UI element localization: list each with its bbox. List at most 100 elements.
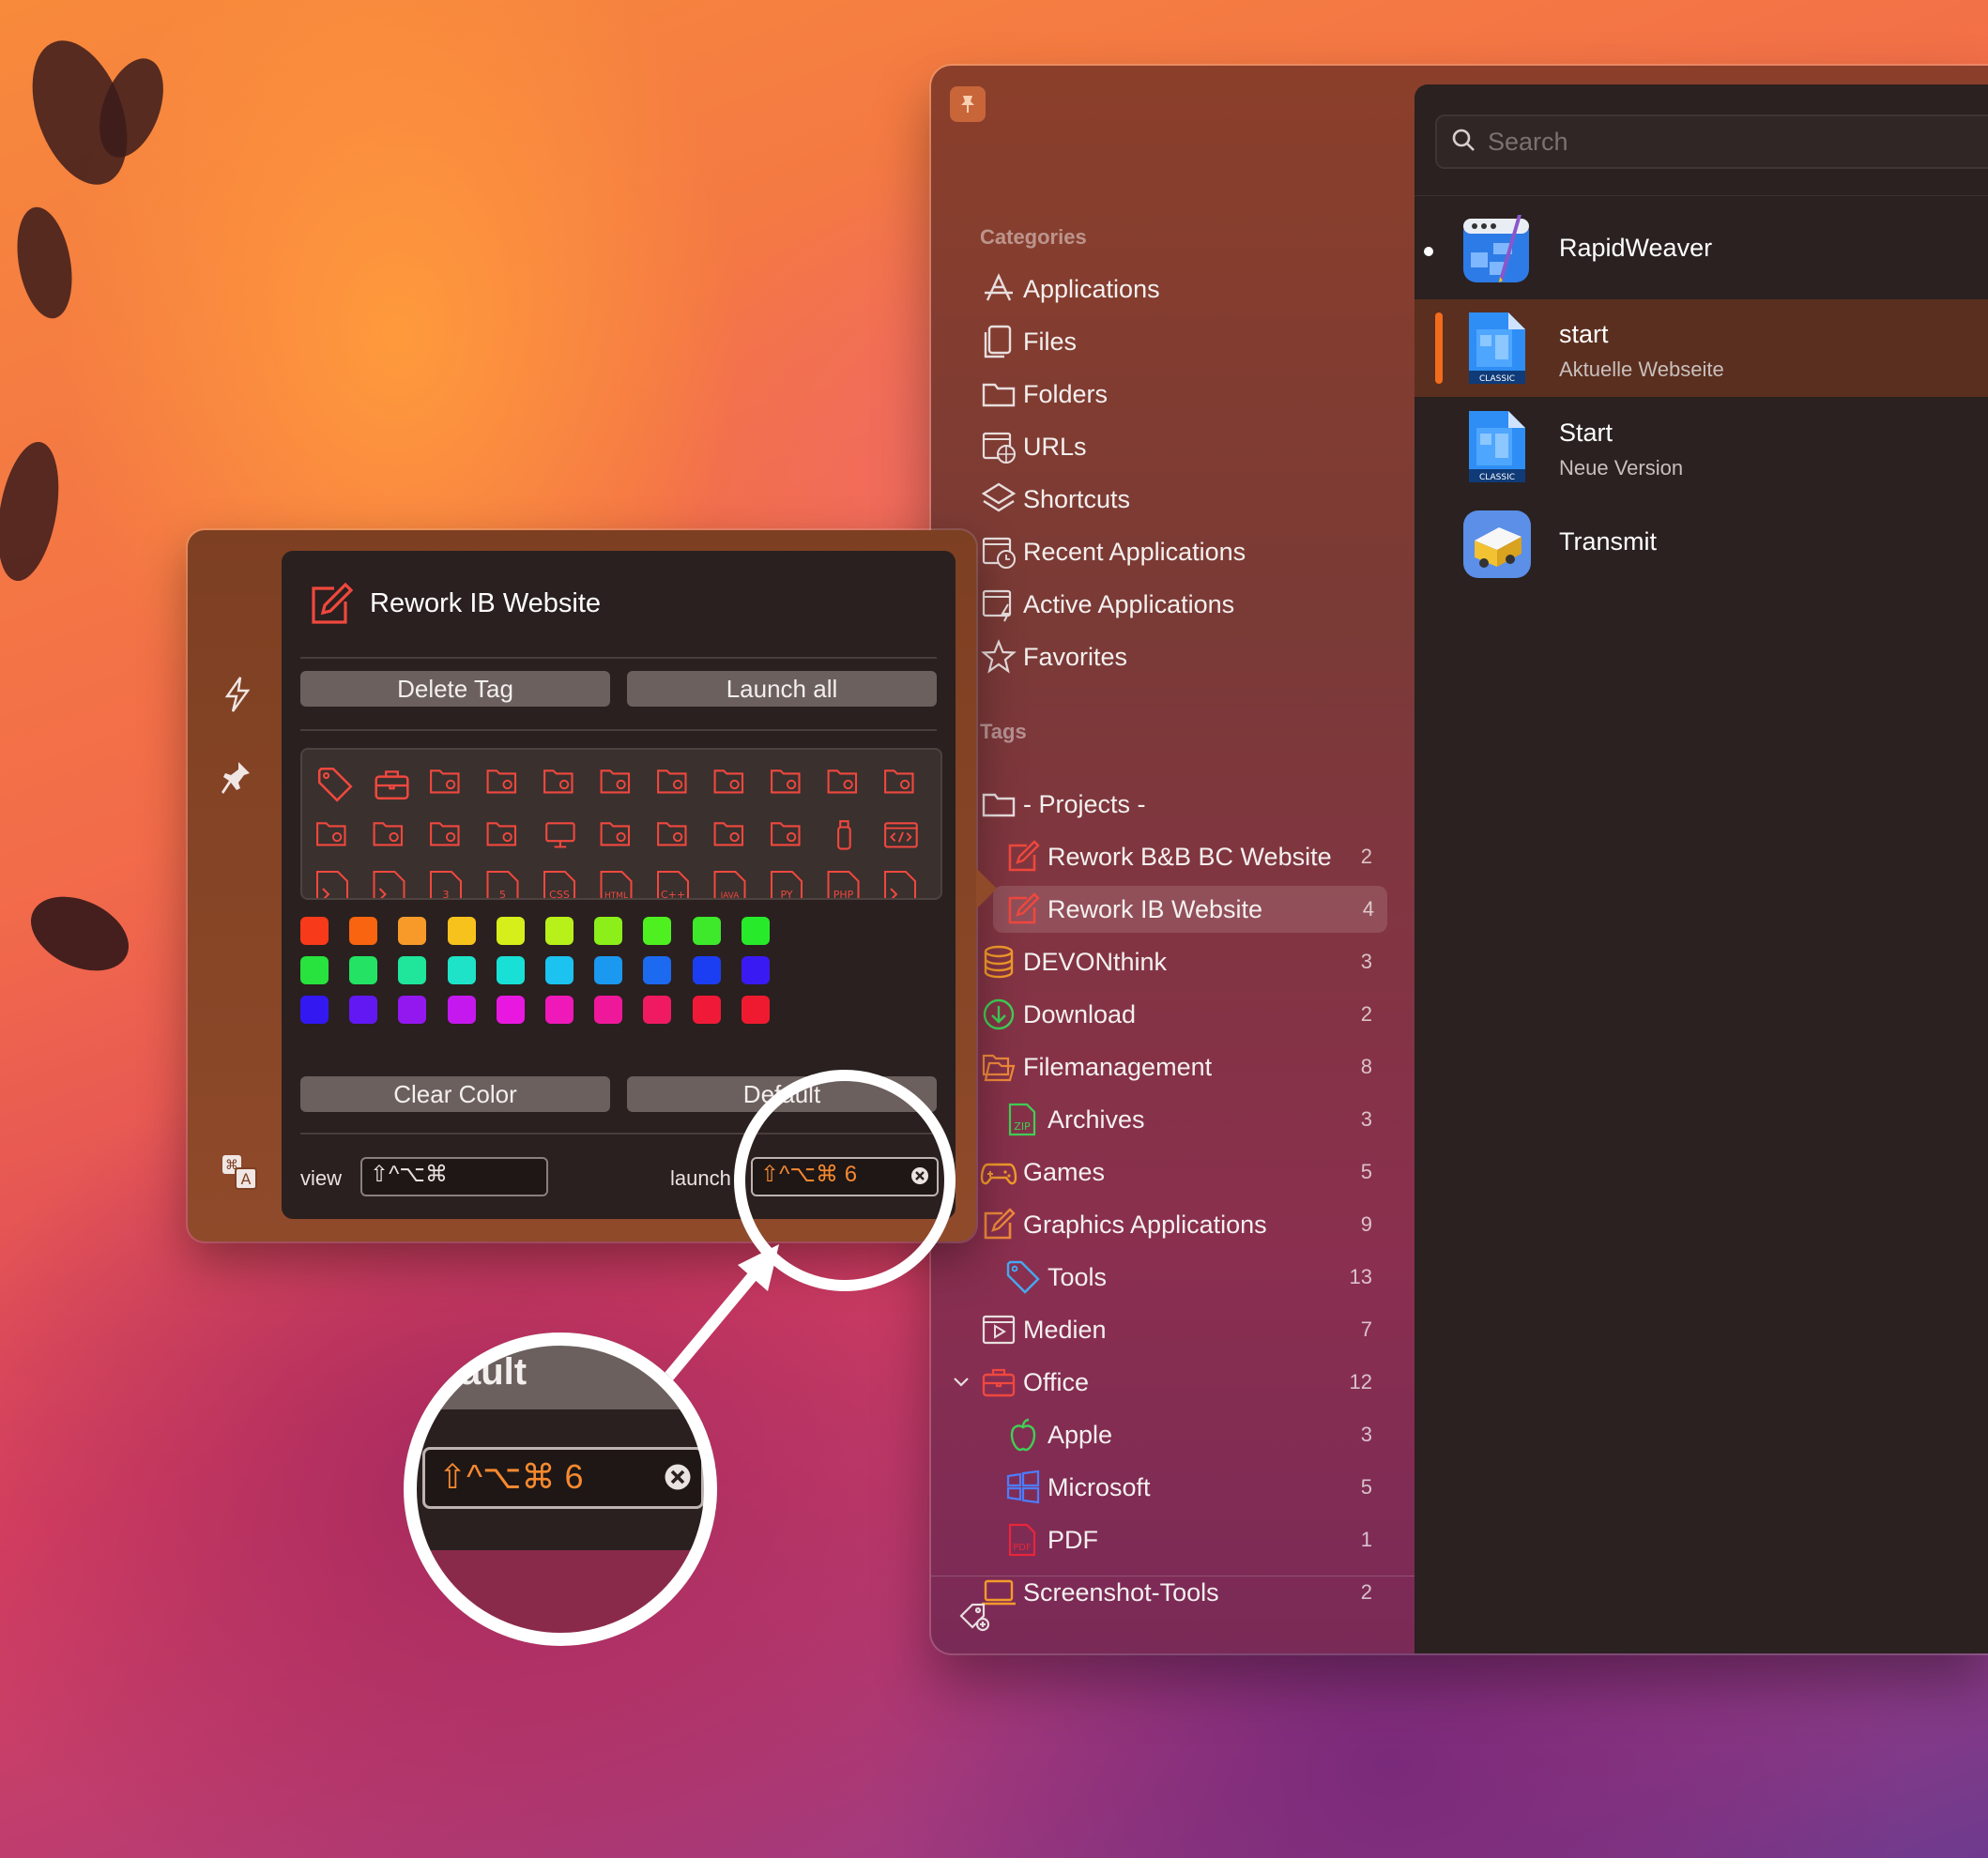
launch-all-button[interactable]: Launch all: [627, 671, 937, 707]
category-item[interactable]: Active Applications: [931, 581, 1400, 628]
tag-item[interactable]: Office 12: [931, 1359, 1400, 1406]
clear-color-button[interactable]: Clear Color: [300, 1076, 610, 1112]
folder-dollar-icon[interactable]: [884, 769, 914, 794]
result-item[interactable]: CLASSIC Start Neue Version: [1415, 398, 1988, 495]
tag-item[interactable]: - Projects -: [931, 781, 1400, 828]
color-swatch[interactable]: [594, 956, 623, 984]
color-swatch[interactable]: [349, 917, 378, 945]
pin-button[interactable]: [950, 86, 986, 122]
result-item[interactable]: RapidWeaver: [1415, 202, 1988, 299]
pin-icon[interactable]: [222, 760, 253, 798]
folder-home-icon[interactable]: [486, 769, 517, 794]
folder-refresh-icon[interactable]: [771, 769, 801, 794]
file-type-icon[interactable]: CSS: [543, 871, 575, 898]
category-item[interactable]: URLs: [931, 423, 1400, 470]
category-item[interactable]: Files: [931, 318, 1400, 365]
folder-image-icon[interactable]: [543, 769, 573, 794]
disclosure-chevron-icon[interactable]: [952, 1372, 971, 1391]
folder-heart-icon[interactable]: [600, 769, 631, 794]
category-item[interactable]: Favorites: [931, 633, 1400, 680]
tag-item[interactable]: Apple 3: [931, 1411, 1400, 1458]
tag-item[interactable]: Tools 13: [931, 1254, 1400, 1301]
category-item[interactable]: Shortcuts: [931, 476, 1400, 523]
view-shortcut-field[interactable]: ⇧^⌥⌘: [360, 1157, 548, 1196]
color-swatch[interactable]: [594, 917, 623, 945]
tag-item[interactable]: DEVONthink 3: [931, 938, 1400, 985]
folder-download-icon[interactable]: [713, 822, 744, 846]
tag-item[interactable]: Rework B&B BC Website 2: [931, 833, 1400, 880]
file-type-icon[interactable]: [884, 871, 916, 898]
search-field[interactable]: Search: [1435, 114, 1988, 169]
result-item-selected[interactable]: CLASSIC start Aktuelle Webseite: [1415, 299, 1988, 397]
file-type-icon[interactable]: 3: [430, 871, 462, 898]
bolt-icon[interactable]: [222, 676, 253, 713]
color-swatch[interactable]: [741, 956, 770, 984]
color-swatch[interactable]: [692, 996, 721, 1024]
color-swatch[interactable]: [349, 956, 378, 984]
delete-tag-button[interactable]: Delete Tag: [300, 671, 610, 707]
tag-title[interactable]: Rework IB Website: [370, 588, 601, 619]
add-tag-icon[interactable]: [957, 1599, 991, 1633]
color-swatch[interactable]: [692, 917, 721, 945]
edit-tag-icon[interactable]: [306, 581, 353, 628]
folder-sync-icon[interactable]: [713, 769, 744, 794]
file-type-icon[interactable]: PHP: [827, 871, 860, 898]
code-window-icon[interactable]: [884, 822, 918, 848]
file-type-icon[interactable]: [316, 871, 348, 898]
file-type-icon[interactable]: PY: [771, 871, 803, 898]
folder-lock-icon[interactable]: [373, 822, 404, 846]
tag-item-selected[interactable]: Rework IB Website 4: [993, 886, 1387, 933]
tag-item[interactable]: PDF PDF 1: [931, 1516, 1400, 1563]
file-type-icon[interactable]: 5: [486, 871, 519, 898]
color-swatch[interactable]: [643, 956, 672, 984]
tag-item[interactable]: Graphics Applications 9: [931, 1201, 1400, 1248]
color-swatch[interactable]: [300, 996, 329, 1024]
keyboard-shortcut-icon[interactable]: ⌘ A: [222, 1154, 257, 1190]
color-swatch[interactable]: [741, 917, 770, 945]
color-swatch[interactable]: [594, 996, 623, 1024]
file-type-icon[interactable]: HTML: [600, 871, 633, 898]
category-item[interactable]: Folders: [931, 371, 1400, 418]
color-swatch[interactable]: [496, 996, 525, 1024]
color-swatch[interactable]: [545, 917, 573, 945]
tag-item[interactable]: Filemanagement 8: [931, 1043, 1400, 1090]
tag-item[interactable]: Medien 7: [931, 1306, 1400, 1353]
file-type-icon[interactable]: [373, 871, 405, 898]
color-swatch[interactable]: [349, 996, 378, 1024]
folder-code-icon[interactable]: [316, 822, 346, 846]
color-swatch[interactable]: [300, 956, 329, 984]
tag-item[interactable]: Games 5: [931, 1149, 1400, 1196]
folder-music-icon[interactable]: [657, 822, 687, 846]
color-swatch[interactable]: [643, 917, 672, 945]
briefcase-icon[interactable]: [375, 770, 409, 800]
folder-archive-icon[interactable]: [430, 822, 460, 846]
folder-monitor-icon[interactable]: [545, 822, 575, 848]
color-swatch[interactable]: [545, 996, 573, 1024]
tag-item[interactable]: Microsoft 5: [931, 1464, 1400, 1511]
file-type-icon[interactable]: C++: [657, 871, 689, 898]
color-swatch[interactable]: [741, 996, 770, 1024]
tag-icon[interactable]: [317, 767, 353, 802]
result-item[interactable]: Transmit: [1415, 495, 1988, 593]
color-swatch[interactable]: [398, 917, 427, 945]
folder-warning-icon[interactable]: [827, 769, 858, 794]
color-swatch[interactable]: [447, 917, 476, 945]
usb-stick-icon[interactable]: [837, 820, 851, 850]
color-swatch[interactable]: [447, 996, 476, 1024]
tag-item[interactable]: Download 2: [931, 991, 1400, 1038]
tag-item[interactable]: ZIP Archives 3: [931, 1096, 1400, 1143]
color-swatch[interactable]: [398, 996, 427, 1024]
color-swatch[interactable]: [643, 996, 672, 1024]
color-swatch[interactable]: [496, 917, 525, 945]
category-item[interactable]: Applications: [931, 266, 1400, 312]
category-item[interactable]: Recent Applications: [931, 528, 1400, 575]
folder-play-icon[interactable]: [600, 822, 631, 846]
file-type-icon[interactable]: JAVA: [713, 871, 746, 898]
folder-edit-icon[interactable]: [657, 769, 687, 794]
color-swatch[interactable]: [496, 956, 525, 984]
folder-list-icon[interactable]: [771, 822, 801, 846]
color-swatch[interactable]: [447, 956, 476, 984]
folder-network-icon[interactable]: [486, 822, 517, 846]
search-input[interactable]: Search: [1488, 128, 1568, 157]
color-swatch[interactable]: [398, 956, 427, 984]
